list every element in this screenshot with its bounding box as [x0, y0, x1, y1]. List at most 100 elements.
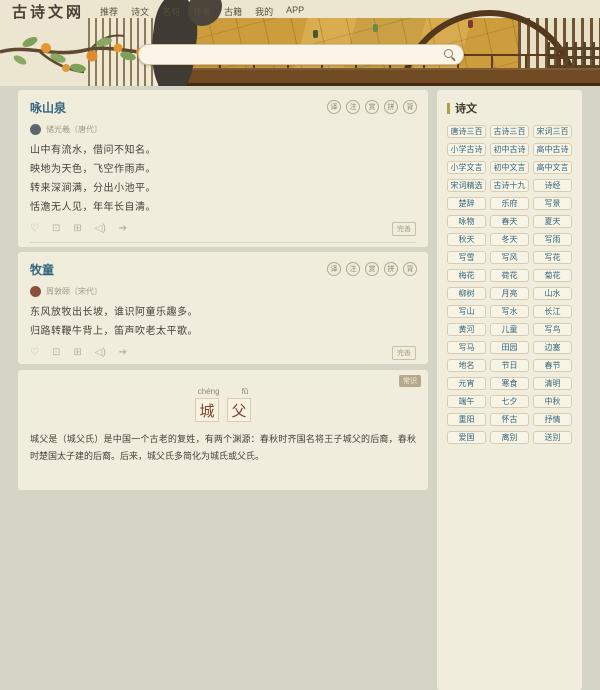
avatar[interactable] — [30, 124, 41, 135]
poem-title[interactable]: 咏山泉 — [30, 99, 66, 116]
sidebar-tag-link[interactable]: 高中文言 — [533, 161, 572, 174]
sidebar-tag-link[interactable]: 地名 — [447, 359, 486, 372]
poem-tool-icon[interactable]: 注 — [346, 100, 360, 114]
nav-item[interactable]: APP — [286, 5, 304, 18]
improve-button[interactable]: 完善 — [392, 346, 416, 360]
poem-tool-icon[interactable]: 译 — [327, 262, 341, 276]
sidebar-tag-link[interactable]: 写雪 — [447, 251, 486, 264]
author-row: 周敦颐〔宋代〕 — [30, 286, 416, 297]
poem-tool-icon[interactable]: 背 — [403, 262, 417, 276]
sidebar-tag-link[interactable]: 唐诗三百 — [447, 125, 486, 138]
sidebar-tag-link[interactable]: 端午 — [447, 395, 486, 408]
audio-icon[interactable]: ◁) — [95, 223, 106, 235]
sidebar-tag-link[interactable]: 诗经 — [533, 179, 572, 192]
sidebar-tag-link[interactable]: 咏物 — [447, 215, 486, 228]
poem-tool-icon[interactable]: 赏 — [365, 100, 379, 114]
nav-item[interactable]: 诗文 — [131, 5, 149, 18]
sidebar-tag-link[interactable]: 荷花 — [490, 269, 529, 282]
sidebar-tag-link[interactable]: 春节 — [533, 359, 572, 372]
sidebar-tag-link[interactable]: 小学古诗 — [447, 143, 486, 156]
sidebar-tag-link[interactable]: 爱国 — [447, 431, 486, 444]
sidebar-tag-link[interactable]: 写花 — [533, 251, 572, 264]
sidebar-tag-link[interactable]: 写鸟 — [533, 323, 572, 336]
search-input[interactable] — [139, 45, 463, 64]
sidebar-tag-link[interactable]: 抒情 — [533, 413, 572, 426]
poem-tool-icon[interactable]: 背 — [403, 100, 417, 114]
like-icon[interactable]: ♡ — [30, 347, 39, 359]
sidebar-tag-link[interactable]: 离别 — [490, 431, 529, 444]
poem-action-icons: ♡ ⊡ ⊞ ◁) ➔ — [30, 223, 127, 235]
sidebar-tag-link[interactable]: 田园 — [490, 341, 529, 354]
sidebar-tag-link[interactable]: 长江 — [533, 305, 572, 318]
poem-author[interactable]: 周敦颐〔宋代〕 — [46, 286, 102, 297]
poem-tool-icon[interactable]: 注 — [346, 262, 360, 276]
banner-railing-bar — [172, 68, 600, 86]
poem-author[interactable]: 储光羲〔唐代〕 — [46, 124, 102, 135]
nav-item[interactable]: 名句 — [162, 5, 180, 18]
poem-title[interactable]: 牧童 — [30, 261, 54, 278]
sidebar-tag-link[interactable]: 月亮 — [490, 287, 529, 300]
like-icon[interactable]: ♡ — [30, 223, 39, 235]
nav-item[interactable]: 我的 — [255, 5, 273, 18]
sidebar-tag-link[interactable]: 山水 — [533, 287, 572, 300]
sidebar-tag-link[interactable]: 小学文言 — [447, 161, 486, 174]
site-logo[interactable]: 古诗文网 — [12, 1, 84, 22]
nav-item[interactable]: 古籍 — [224, 5, 242, 18]
sidebar-tag-link[interactable]: 乐府 — [490, 197, 529, 210]
correct-icon[interactable]: ⊡ — [52, 347, 60, 359]
sidebar-tag-link[interactable]: 楚辞 — [447, 197, 486, 210]
sidebar-tag-link[interactable]: 七夕 — [490, 395, 529, 408]
sidebar-tag-link[interactable]: 儿童 — [490, 323, 529, 336]
sidebar-tag-link[interactable]: 梅花 — [447, 269, 486, 282]
banner-farmer-figure — [313, 30, 318, 38]
sidebar-tag-link[interactable]: 黄河 — [447, 323, 486, 336]
collect-icon[interactable]: ⊞ — [73, 347, 81, 359]
avatar[interactable] — [30, 286, 41, 297]
sidebar-tag-link[interactable]: 中秋 — [533, 395, 572, 408]
share-icon[interactable]: ➔ — [119, 347, 127, 359]
nav-item[interactable]: 推荐 — [100, 5, 118, 18]
sidebar-tag-link[interactable]: 宋词三百 — [533, 125, 572, 138]
sidebar-tag-link[interactable]: 初中文言 — [490, 161, 529, 174]
sidebar-tag-link[interactable]: 菊花 — [533, 269, 572, 282]
poem-tool-icon[interactable]: 拼 — [384, 262, 398, 276]
poem-tool-icon[interactable]: 译 — [327, 100, 341, 114]
sidebar-tag-link[interactable]: 元宵 — [447, 377, 486, 390]
sidebar-tag-link[interactable]: 春天 — [490, 215, 529, 228]
card-divider — [30, 242, 416, 243]
pinyin-label: fǔ — [242, 387, 249, 396]
share-icon[interactable]: ➔ — [119, 223, 127, 235]
audio-icon[interactable]: ◁) — [95, 347, 106, 359]
collect-icon[interactable]: ⊞ — [73, 223, 81, 235]
sidebar-tag-link[interactable]: 送别 — [533, 431, 572, 444]
sidebar-tag-link[interactable]: 边塞 — [533, 341, 572, 354]
sidebar-tag-link[interactable]: 写风 — [490, 251, 529, 264]
sidebar-tag-link[interactable]: 重阳 — [447, 413, 486, 426]
poem-line: 归路转鞭牛背上，笛声吹老太平歌。 — [30, 322, 416, 341]
sidebar-tag-link[interactable]: 宋词精选 — [447, 179, 486, 192]
sidebar-tag-link[interactable]: 柳树 — [447, 287, 486, 300]
search-icon[interactable] — [444, 49, 453, 58]
sidebar-tag-link[interactable]: 古诗十九 — [490, 179, 529, 192]
poem-tool-icon[interactable]: 拼 — [384, 100, 398, 114]
sidebar-tag-link[interactable]: 怀古 — [490, 413, 529, 426]
poem-body: 东风放牧出长坡，谁识阿童乐趣多。归路转鞭牛背上，笛声吹老太平歌。 — [30, 303, 416, 341]
sidebar-tag-link[interactable]: 节日 — [490, 359, 529, 372]
sidebar-tag-link[interactable]: 秋天 — [447, 233, 486, 246]
sidebar-tag-link[interactable]: 冬天 — [490, 233, 529, 246]
sidebar-tag-link[interactable]: 写雨 — [533, 233, 572, 246]
sidebar-tag-link[interactable]: 夏天 — [533, 215, 572, 228]
sidebar-tag-link[interactable]: 高中古诗 — [533, 143, 572, 156]
sidebar-tag-link[interactable]: 写马 — [447, 341, 486, 354]
sidebar-tag-link[interactable]: 写水 — [490, 305, 529, 318]
correct-icon[interactable]: ⊡ — [52, 223, 60, 235]
sidebar-tag-link[interactable]: 写景 — [533, 197, 572, 210]
sidebar-tag-link[interactable]: 古诗三百 — [490, 125, 529, 138]
sidebar-tag-link[interactable]: 写山 — [447, 305, 486, 318]
improve-button[interactable]: 完善 — [392, 222, 416, 236]
nav-item[interactable]: 作者 — [193, 5, 211, 18]
sidebar-tag-link[interactable]: 寒食 — [490, 377, 529, 390]
sidebar-tag-link[interactable]: 清明 — [533, 377, 572, 390]
poem-tool-icon[interactable]: 赏 — [365, 262, 379, 276]
sidebar-tag-link[interactable]: 初中古诗 — [490, 143, 529, 156]
